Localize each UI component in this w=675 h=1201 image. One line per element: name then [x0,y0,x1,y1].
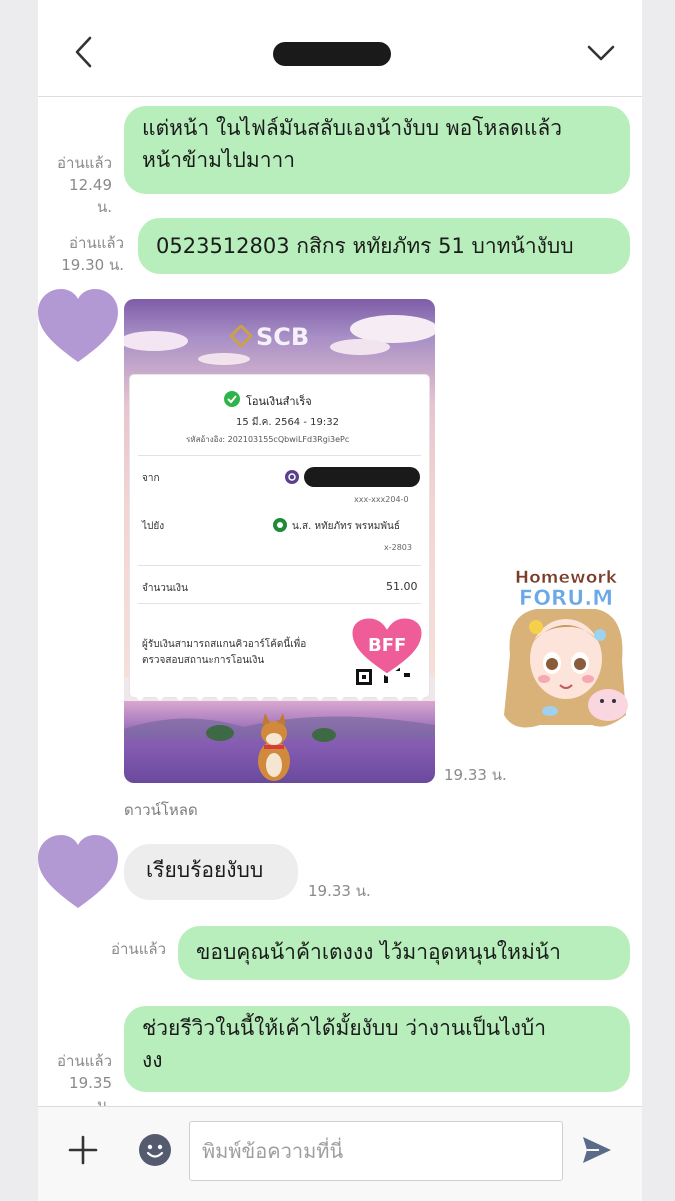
transfer-status: โอนเงินสำเร็จ [246,395,312,408]
message-bubble[interactable]: แต่หน้า ในไฟล์มันสลับเองน้างับบ พอโหลดแล… [124,106,630,194]
transfer-slip-image[interactable]: SCB โอนเงินสำเร็จ 15 มี.ค. 2564 - 19:32 … [124,299,435,783]
message-text: หน้าข้ามไปมาาา [142,148,296,172]
left-margin [0,0,38,1200]
avatar-heart-icon[interactable] [36,288,120,364]
message-bubble[interactable]: เรียบร้อยงับบ [124,844,298,900]
message-text: ช่วยรีวิวในนี้ให้เค้าได้มั้ยงับบ ว่างานเ… [142,1016,547,1040]
transfer-ref: รหัสอ้างอิง: 202103155cQbwiLFd3Rgi3ePc [186,435,350,444]
shiba-dog-icon [258,713,290,781]
message-text: แต่หน้า ในไฟล์มันสลับเองน้างับบ พอโหลดแล… [142,116,563,140]
read-receipt: อ่านแล้ว 19.30 น. [60,232,124,276]
scb-logo-icon [230,325,252,347]
read-label: อ่านแล้ว [57,154,112,172]
message-input[interactable] [189,1121,563,1181]
message-time: 12.49 น. [69,176,112,216]
read-receipt: อ่านแล้ว [100,938,166,960]
bank-name: SCB [256,323,310,351]
message-bubble[interactable]: ขอบคุณน้าค้าเตงงง ไว้มาอุดหนุนใหม่น้า [178,926,630,980]
message-text: ขอบคุณน้าค้าเตงงง ไว้มาอุดหนุนใหม่น้า [196,940,561,964]
plus-icon[interactable] [68,1135,98,1165]
message-bubble[interactable]: 0523512803 กสิกร หทัยภัทร 51 บาทน้างับบ [138,218,630,274]
sticker-title: Homework [515,568,618,588]
send-icon[interactable] [581,1134,613,1166]
homework-forum-sticker[interactable]: Homework FORU.M [496,565,636,737]
message-text: 0523512803 กสิกร หทัยภัทร 51 บาทน้างับบ [156,234,574,258]
sticker-subtitle: FORU.M [519,586,613,610]
message-text: เรียบร้อยงับบ [146,858,264,882]
emoji-icon[interactable] [138,1133,172,1167]
chat-header [38,0,642,97]
qr-note: ตรวจสอบสถานะการโอนเงิน [142,655,265,666]
recipient-account: x-2803 [384,543,412,552]
read-label: อ่านแล้ว [69,234,124,252]
divider [138,455,421,456]
from-account: xxx-xxx204-0 [354,495,409,504]
to-label: ไปยัง [142,521,165,532]
transfer-datetime: 15 มี.ค. 2564 - 19:32 [236,417,339,428]
avatar-heart-icon[interactable] [36,834,120,910]
read-label: อ่านแล้ว [57,1052,112,1070]
scb-account-icon [285,470,299,484]
right-margin [642,0,675,1200]
read-label: อ่านแล้ว [111,940,166,958]
download-link[interactable]: ดาวน์โหลด [124,798,198,822]
from-label: จาก [142,473,160,484]
sender-name-redacted [304,467,420,487]
message-time: 19.33 น. [444,766,507,784]
recipient-name: น.ส. หทัยภัทร พรหมพันธ์ [292,521,400,532]
success-check-icon [224,391,240,407]
divider [138,603,421,604]
chat-title-redacted [273,42,391,66]
qr-note: ผู้รับเงินสามารถสแกนคิวอาร์โค้ดนี้เพื่อ [142,639,307,650]
chevron-down-icon[interactable] [584,38,618,68]
read-receipt: อ่านแล้ว 12.49 น. [50,152,112,218]
chevron-left-icon[interactable] [70,34,100,70]
divider [138,565,421,566]
message-bubble[interactable]: ช่วยรีวิวในนี้ให้เค้าได้มั้ยงับบ ว่างานเ… [124,1006,630,1092]
amount-label: จำนวนเงิน [142,583,188,594]
message-text: งง [142,1048,163,1072]
kbank-account-icon [273,518,287,532]
message-time: 19.30 น. [61,256,124,274]
amount-value: 51.00 [386,580,418,593]
message-time: 19.33 น. [308,882,371,900]
bff-badge-text: BFF [368,635,407,656]
message-input-bar [38,1106,642,1201]
